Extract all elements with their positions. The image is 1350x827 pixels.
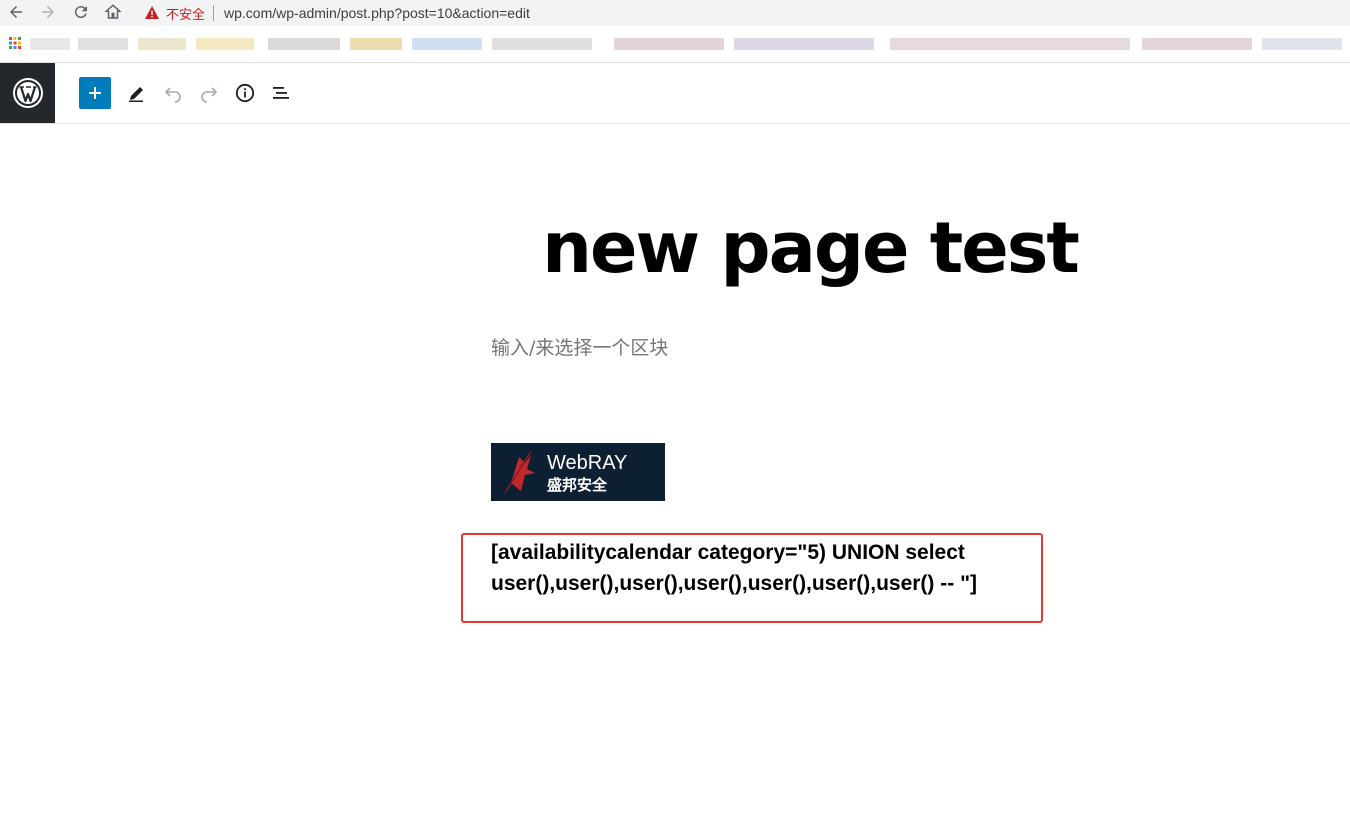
brand-cn-text: 盛邦安全 (547, 476, 608, 494)
back-icon[interactable] (6, 2, 26, 22)
shortcode-block[interactable]: [availabilitycalendar category="5) UNION… (491, 537, 1031, 599)
bookmark-item[interactable] (412, 38, 482, 50)
bookmark-item[interactable] (890, 38, 1130, 50)
pencil-icon[interactable] (125, 81, 149, 105)
home-icon[interactable] (103, 2, 123, 22)
security-label[interactable]: 不安全 (166, 4, 205, 23)
warning-icon (145, 6, 159, 19)
bookmark-item[interactable] (1142, 38, 1252, 50)
url-text[interactable]: wp.com/wp-admin/post.php?post=10&action=… (224, 5, 530, 21)
bookmark-item[interactable] (614, 38, 724, 50)
undo-icon[interactable] (161, 81, 185, 105)
reload-icon[interactable] (71, 2, 91, 22)
bookmark-item[interactable] (350, 38, 402, 50)
list-view-icon[interactable] (269, 81, 293, 105)
brand-text: WebRAY (547, 452, 627, 474)
add-block-button[interactable] (79, 77, 111, 109)
bookmark-item[interactable] (138, 38, 186, 50)
bookmark-item[interactable] (1262, 38, 1342, 50)
address-bar[interactable]: 不安全 wp.com/wp-admin/post.php?post=10&act… (136, 0, 1350, 26)
post-title[interactable]: new page test (480, 200, 1140, 296)
browser-toolbar: 不安全 wp.com/wp-admin/post.php?post=10&act… (0, 0, 1350, 26)
bookmark-item[interactable] (196, 38, 254, 50)
plus-icon (89, 87, 101, 99)
bookmark-item[interactable] (492, 38, 592, 50)
apps-icon[interactable] (9, 37, 21, 49)
separator (213, 5, 215, 21)
webray-logo-image[interactable]: WebRAY 盛邦安全 (491, 443, 665, 501)
bookmark-item[interactable] (734, 38, 874, 50)
block-placeholder[interactable]: 输入/来选择一个区块 (491, 333, 668, 360)
redo-icon[interactable] (197, 81, 221, 105)
editor-header (0, 63, 1350, 124)
info-icon[interactable] (233, 81, 257, 105)
bookmarks-bar (0, 26, 1350, 63)
bookmark-item[interactable] (78, 38, 128, 50)
wordpress-icon[interactable] (0, 63, 55, 123)
bookmark-item[interactable] (268, 38, 340, 50)
bookmark-item[interactable] (30, 38, 70, 50)
forward-icon[interactable] (38, 2, 58, 22)
